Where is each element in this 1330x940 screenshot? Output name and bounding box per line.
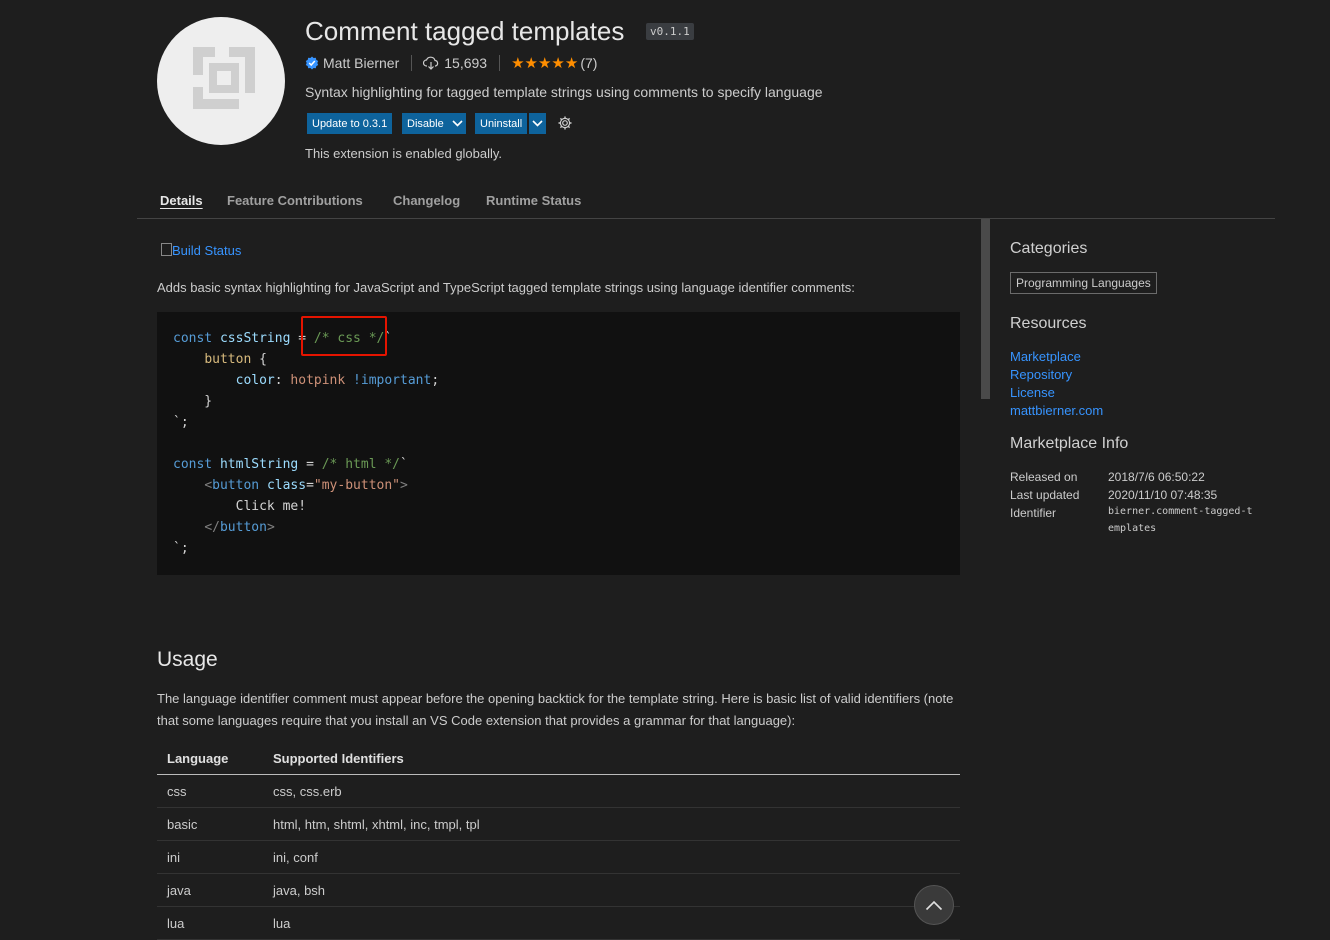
separator bbox=[499, 55, 501, 71]
extension-title: Comment tagged templates bbox=[305, 16, 625, 46]
marketplace-info-heading: Marketplace Info bbox=[1010, 435, 1129, 452]
uninstall-dropdown-button[interactable] bbox=[529, 113, 546, 134]
rating-stars[interactable]: ★★★★★ bbox=[511, 54, 578, 72]
chevron-up-icon bbox=[925, 900, 943, 911]
extension-icon bbox=[157, 17, 285, 145]
usage-text: The language identifier comment must app… bbox=[157, 691, 954, 728]
table-row: java java, bsh bbox=[157, 873, 960, 907]
intro-text: Adds basic syntax highlighting for JavaS… bbox=[157, 280, 855, 295]
disable-button[interactable]: Disable bbox=[402, 113, 449, 134]
rating-count: (7) bbox=[580, 55, 598, 71]
table-row: basic html, htm, shtml, xhtml, inc, tmpl,… bbox=[157, 807, 960, 841]
table-header-row: Language Supported Identifiers bbox=[157, 743, 960, 775]
updated-value: 2020/11/10 07:48:35 bbox=[1108, 488, 1218, 502]
usage-heading: Usage bbox=[157, 648, 218, 671]
table-cell: lua bbox=[263, 906, 960, 940]
identifiers-table: Language Supported Identifiers css css, c… bbox=[157, 743, 960, 940]
chevron-down-icon bbox=[452, 120, 463, 127]
table-row: ini ini, conf bbox=[157, 840, 960, 874]
table-cell: css bbox=[157, 774, 263, 808]
build-status-badge[interactable]: Build Status bbox=[161, 243, 241, 258]
code-block: const cssString = /* css */` button { co… bbox=[157, 312, 960, 575]
link-website[interactable]: mattbierner.com bbox=[1010, 403, 1103, 418]
identifier-value: bierner.comment-tagged-templates bbox=[1108, 506, 1253, 534]
categories-heading: Categories bbox=[1010, 240, 1088, 257]
build-status-alt-text: Build Status bbox=[172, 243, 242, 258]
updated-label: Last updated bbox=[1010, 488, 1080, 502]
code-content: const cssString = /* css */` button { co… bbox=[173, 331, 440, 556]
broken-image-icon bbox=[161, 243, 172, 256]
link-license[interactable]: License bbox=[1010, 385, 1055, 400]
table-header: Language bbox=[157, 743, 263, 775]
identifier-label: Identifier bbox=[1010, 506, 1057, 520]
tab-details[interactable]: Details bbox=[160, 193, 203, 208]
table-cell: css, css.erb bbox=[263, 774, 960, 808]
tab-feature-contributions[interactable]: Feature Contributions bbox=[227, 193, 363, 208]
table-cell: ini bbox=[157, 840, 263, 874]
table-cell: java bbox=[157, 873, 263, 907]
tab-runtime-status[interactable]: Runtime Status bbox=[486, 193, 581, 208]
uninstall-button[interactable]: Uninstall bbox=[475, 113, 528, 134]
scroll-to-top-button[interactable] bbox=[914, 885, 954, 925]
table-cell: ini, conf bbox=[263, 840, 960, 874]
released-label: Released on bbox=[1010, 470, 1078, 484]
install-count: 15,693 bbox=[444, 55, 488, 71]
link-repository[interactable]: Repository bbox=[1010, 367, 1072, 382]
tab-changelog[interactable]: Changelog bbox=[393, 193, 460, 208]
table-cell: basic bbox=[157, 807, 263, 841]
cloud-download-icon bbox=[423, 56, 439, 70]
version-badge: v0.1.1 bbox=[646, 23, 694, 40]
separator bbox=[411, 55, 413, 71]
publisher-row: Matt Bierner 15,693 ★★★★★ (7) bbox=[305, 54, 597, 72]
chevron-down-icon bbox=[532, 120, 543, 127]
table-cell: html, htm, shtml, xhtml, inc, tmpl, tpl bbox=[263, 807, 960, 841]
table-row: lua lua bbox=[157, 906, 960, 940]
update-button[interactable]: Update to 0.3.1 bbox=[307, 113, 393, 134]
enabled-status-text: This extension is enabled globally. bbox=[305, 146, 503, 161]
resources-heading: Resources bbox=[1010, 315, 1087, 332]
gear-icon[interactable] bbox=[557, 115, 573, 135]
table-header: Supported Identifiers bbox=[263, 743, 960, 775]
publisher-name[interactable]: Matt Bierner bbox=[323, 55, 399, 71]
verified-publisher-icon bbox=[305, 56, 319, 70]
table-row: css css, css.erb bbox=[157, 774, 960, 808]
link-marketplace[interactable]: Marketplace bbox=[1010, 349, 1081, 364]
table-cell: java, bsh bbox=[263, 873, 960, 907]
scrollbar-thumb[interactable] bbox=[981, 219, 990, 399]
highlight-box bbox=[301, 316, 387, 356]
released-value: 2018/7/6 06:50:22 bbox=[1108, 470, 1205, 484]
extension-description: Syntax highlighting for tagged template … bbox=[305, 84, 823, 100]
tab-divider bbox=[137, 218, 1275, 219]
category-chip[interactable]: Programming Languages bbox=[1010, 272, 1157, 294]
table-cell: lua bbox=[157, 906, 263, 940]
disable-dropdown-button[interactable] bbox=[449, 113, 466, 134]
